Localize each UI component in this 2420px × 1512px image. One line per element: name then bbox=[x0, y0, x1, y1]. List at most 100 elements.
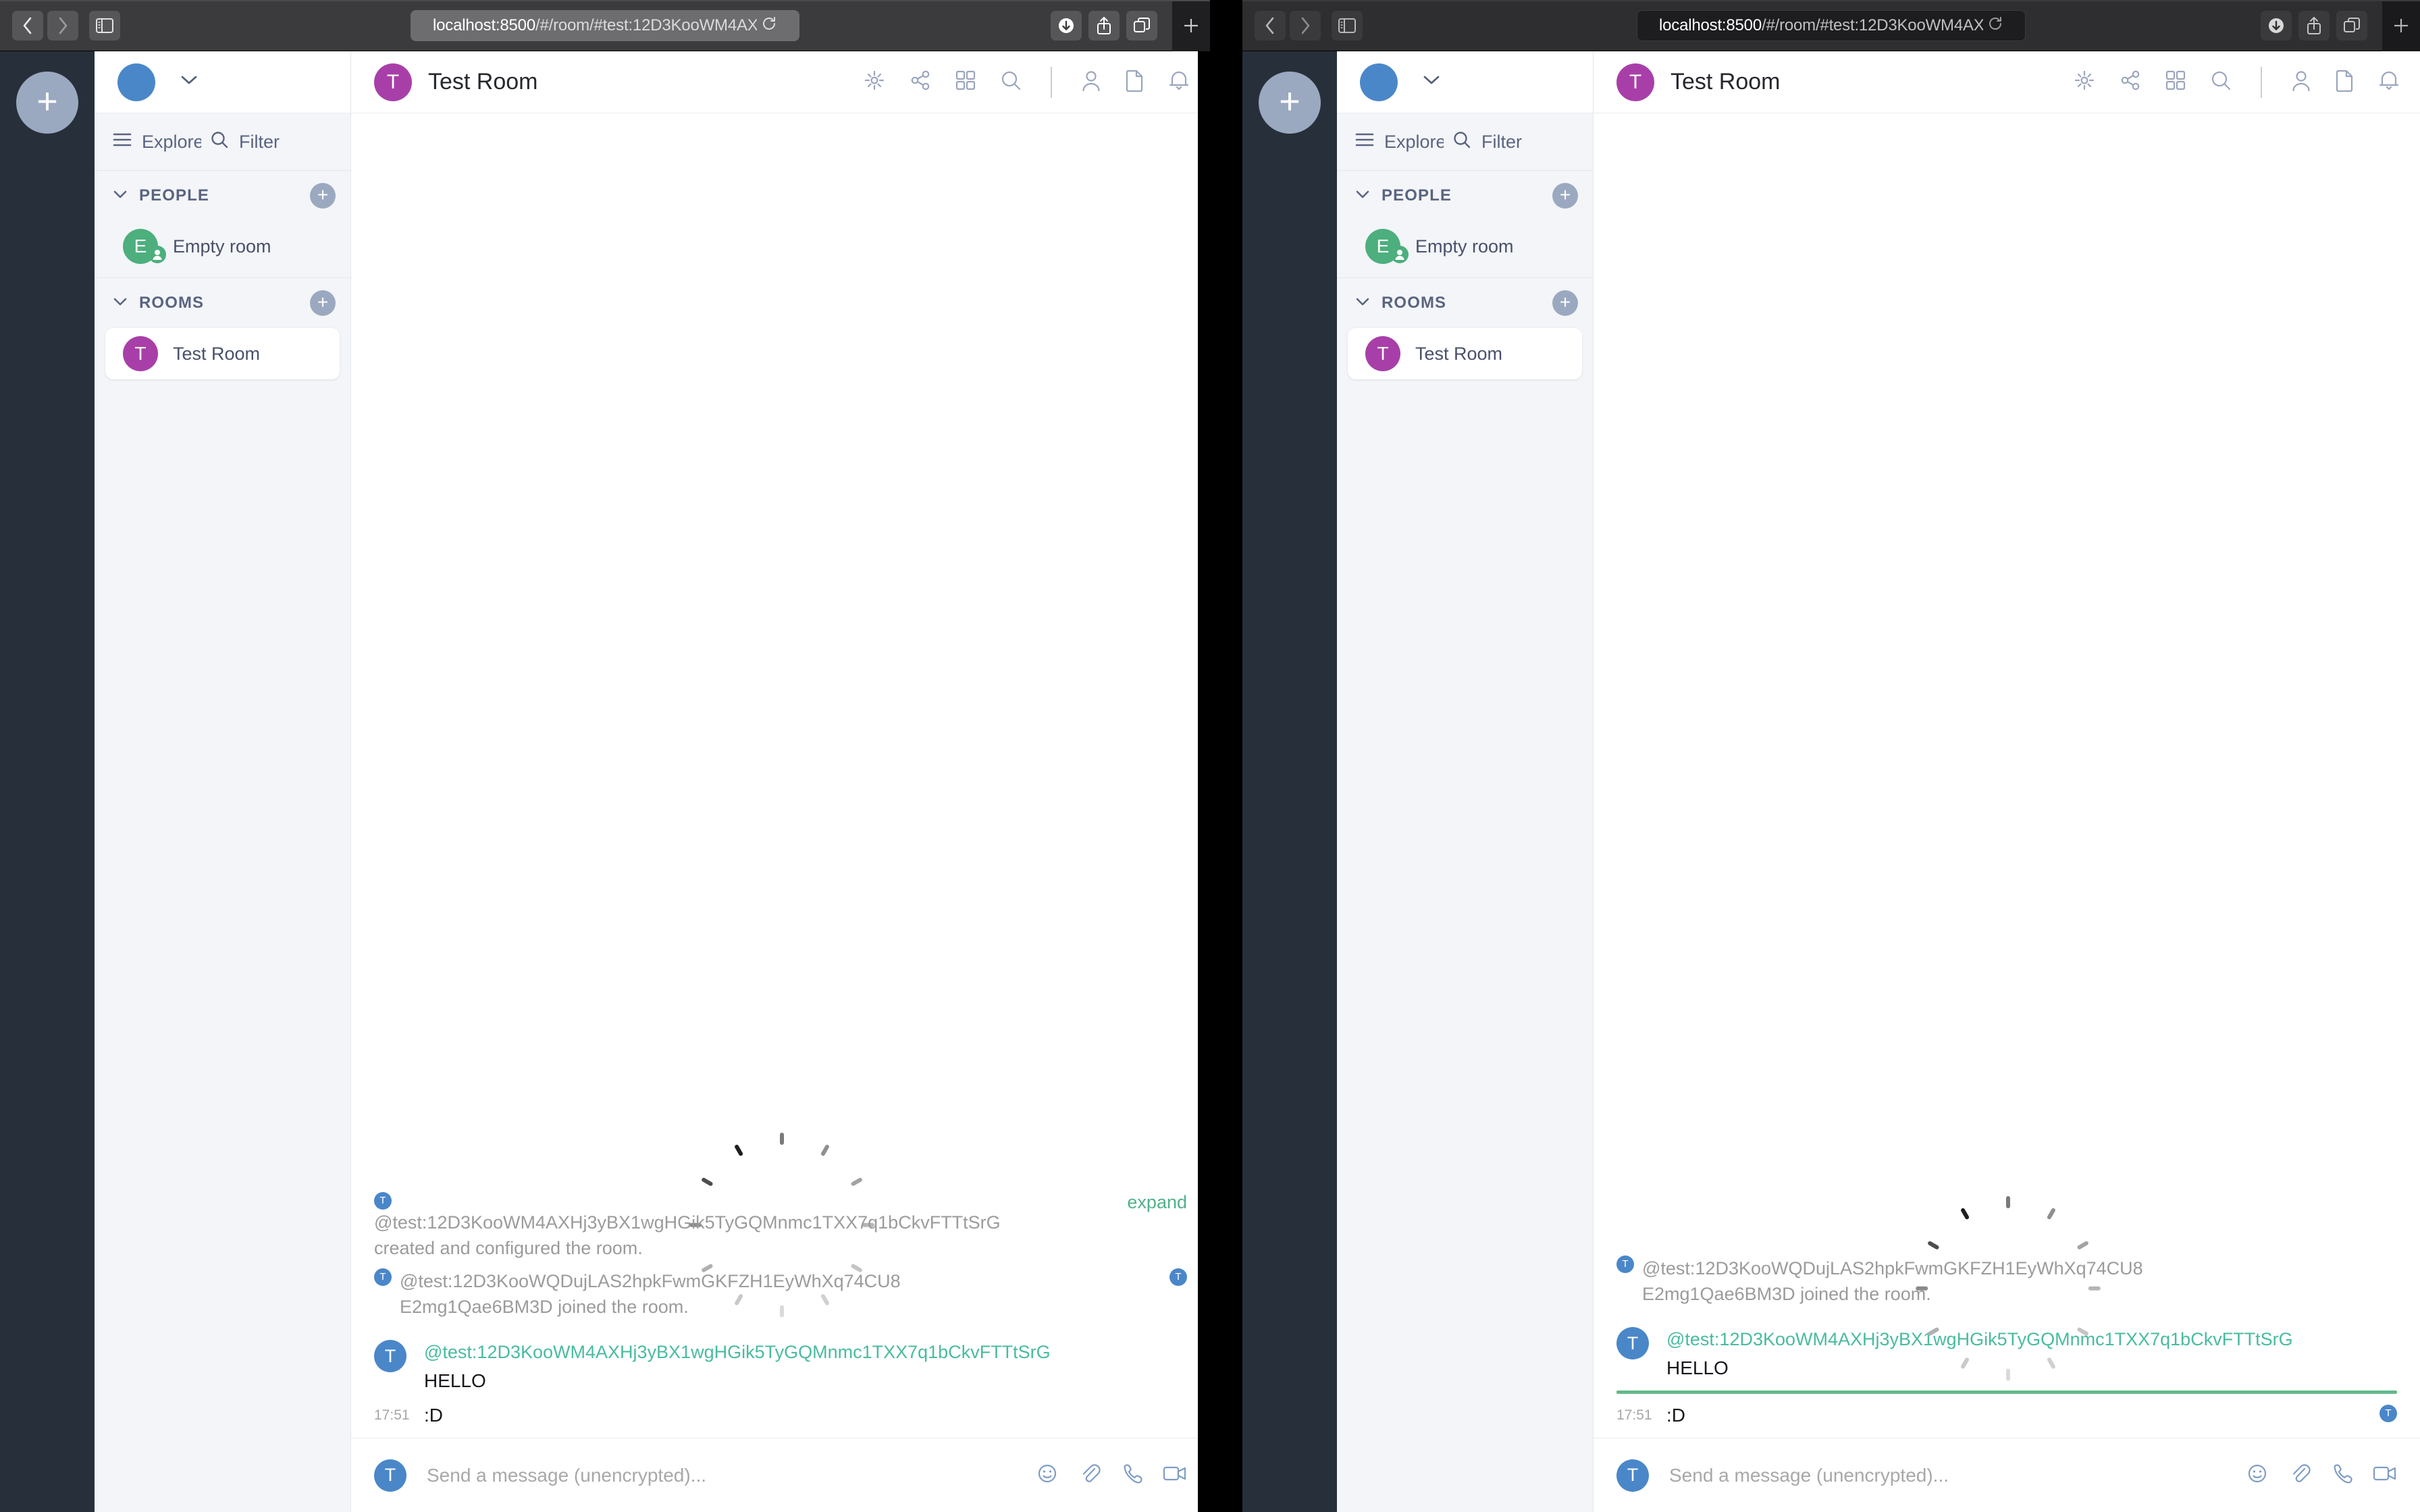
sidebar-item-test-room[interactable]: T Test Room bbox=[105, 328, 340, 379]
message-sender[interactable]: @test:12D3KooWM4AXHj3yBX1wgHGik5TyGQMnmc… bbox=[424, 1340, 1187, 1364]
downloads-button[interactable] bbox=[2261, 10, 2292, 40]
avatar[interactable] bbox=[1360, 63, 1398, 101]
section-title-rooms: ROOMS bbox=[139, 294, 205, 312]
room-header-actions-1 bbox=[863, 66, 1190, 98]
expand-link[interactable]: expand bbox=[1127, 1192, 1187, 1213]
chevron-down-icon[interactable] bbox=[1354, 189, 1371, 203]
back-button[interactable] bbox=[1255, 10, 1286, 40]
event-avatar-row: T @test:12D3KooWQDujLAS2hpkFwmGKFZH1EyWh… bbox=[374, 1268, 1187, 1294]
avatar-initial: E bbox=[1376, 236, 1390, 256]
header-divider bbox=[1051, 66, 1052, 98]
back-button[interactable] bbox=[12, 10, 43, 40]
tab-overview-button[interactable] bbox=[1126, 10, 1157, 40]
explore-button[interactable]: Explore bbox=[1354, 132, 1444, 153]
voice-call-icon[interactable] bbox=[2331, 1462, 2352, 1488]
browser-chrome-2: localhost:8500/#/room/#test:12D3KooWM4AX… bbox=[1242, 0, 2420, 51]
share-icon[interactable] bbox=[2119, 69, 2142, 95]
message-timeline-2[interactable]: T @test:12D3KooWQDujLAS2hpkFwmGKFZH1EyWh… bbox=[1594, 113, 2420, 1438]
add-room-plus-icon: + bbox=[317, 291, 329, 313]
section-header-people[interactable]: PEOPLE + bbox=[95, 171, 350, 221]
notifications-bell-icon[interactable] bbox=[2378, 69, 2400, 95]
explore-button[interactable]: Explore bbox=[112, 132, 201, 153]
search-icon[interactable] bbox=[2209, 69, 2232, 95]
room-header-2: T Test Room bbox=[1594, 51, 2420, 113]
voice-call-icon[interactable] bbox=[1121, 1462, 1142, 1488]
room-avatar[interactable]: T bbox=[1616, 63, 1654, 101]
share-button[interactable] bbox=[2298, 10, 2330, 40]
section-header-rooms[interactable]: ROOMS + bbox=[95, 278, 350, 328]
message-sender[interactable]: @test:12D3KooWM4AXHj3yBX1wgHGik5TyGQMnmc… bbox=[1666, 1327, 2397, 1351]
filter-button[interactable]: Filter bbox=[209, 130, 280, 155]
share-button[interactable] bbox=[1088, 10, 1120, 40]
member-icon[interactable] bbox=[2290, 69, 2312, 95]
search-icon bbox=[1452, 130, 1472, 155]
add-room-button[interactable]: + bbox=[1552, 290, 1578, 316]
filter-button[interactable]: Filter bbox=[1452, 130, 1522, 155]
sidebar-item-test-room[interactable]: T Test Room bbox=[1348, 328, 1582, 379]
section-header-people[interactable]: PEOPLE + bbox=[1337, 171, 1593, 221]
message-input[interactable]: Send a message (unencrypted)... bbox=[1669, 1465, 2226, 1486]
avatar[interactable]: T bbox=[1616, 1327, 1649, 1360]
window-gap bbox=[1210, 0, 1242, 1512]
create-space-button[interactable]: + bbox=[1259, 72, 1321, 134]
create-space-button[interactable]: + bbox=[16, 72, 78, 134]
files-icon[interactable] bbox=[2335, 69, 2355, 95]
new-tab-button[interactable] bbox=[1172, 0, 1210, 51]
files-icon[interactable] bbox=[1125, 69, 1145, 95]
loading-spinner bbox=[689, 1131, 875, 1318]
list-item[interactable]: E Empty room bbox=[1348, 221, 1582, 272]
new-tab-button[interactable] bbox=[2382, 0, 2420, 51]
space-panel-1: + bbox=[0, 51, 95, 1512]
chevron-down-icon[interactable] bbox=[1422, 74, 1441, 90]
emoji-icon[interactable] bbox=[1036, 1462, 1059, 1488]
message-text: :D bbox=[1666, 1404, 1685, 1426]
notifications-bell-icon[interactable] bbox=[1168, 69, 1190, 95]
address-bar-2[interactable]: localhost:8500/#/room/#test:12D3KooWM4AX… bbox=[1637, 9, 2026, 41]
apps-grid-icon[interactable] bbox=[955, 70, 976, 94]
read-receipt-avatar[interactable]: T bbox=[1169, 1268, 1187, 1286]
avatar: T bbox=[1365, 336, 1400, 371]
avatar-initial: T bbox=[384, 1465, 396, 1485]
reload-icon[interactable] bbox=[761, 16, 777, 35]
emoji-icon[interactable] bbox=[2246, 1462, 2269, 1488]
forward-button[interactable] bbox=[47, 10, 78, 40]
downloads-button[interactable] bbox=[1051, 10, 1082, 40]
search-icon[interactable] bbox=[999, 69, 1022, 95]
avatar[interactable] bbox=[117, 63, 155, 101]
list-item[interactable]: E Empty room bbox=[105, 221, 340, 272]
video-call-icon[interactable] bbox=[1163, 1463, 1187, 1487]
video-call-icon[interactable] bbox=[2373, 1463, 2397, 1487]
gear-icon[interactable] bbox=[863, 69, 886, 95]
room-avatar[interactable]: T bbox=[374, 63, 412, 101]
chevron-down-icon[interactable] bbox=[112, 296, 128, 310]
share-icon[interactable] bbox=[909, 69, 932, 95]
sidebar-toggle-button[interactable] bbox=[89, 10, 120, 40]
add-people-button[interactable]: + bbox=[1552, 183, 1578, 209]
message-input[interactable]: Send a message (unencrypted)... bbox=[427, 1465, 1016, 1486]
chevron-down-icon[interactable] bbox=[112, 189, 128, 203]
reload-icon[interactable] bbox=[1987, 16, 2003, 35]
search-icon bbox=[209, 130, 230, 155]
timeline-event-created: T expand @test:12D3KooWM4AXHj3yBX1wgHGik… bbox=[374, 1191, 1187, 1262]
read-receipt-avatar[interactable]: T bbox=[2379, 1404, 2397, 1422]
add-people-button[interactable]: + bbox=[310, 183, 336, 209]
room-view-1: T Test Room T expand @test:12D3KooWM4AXH… bbox=[351, 51, 1210, 1512]
apps-grid-icon[interactable] bbox=[2165, 70, 2186, 94]
avatar[interactable]: T bbox=[374, 1340, 406, 1373]
member-icon[interactable] bbox=[1080, 69, 1102, 95]
address-bar-text-2: localhost:8500/#/room/#test:12D3KooWM4AX… bbox=[1659, 16, 1983, 35]
message-timeline-1[interactable]: T expand @test:12D3KooWM4AXHj3yBX1wgHGik… bbox=[351, 113, 1210, 1438]
chevron-down-icon[interactable] bbox=[180, 74, 199, 90]
forward-button[interactable] bbox=[1290, 10, 1321, 40]
attachment-icon[interactable] bbox=[1079, 1462, 1101, 1488]
room-avatar-initial: T bbox=[1629, 70, 1642, 93]
gear-icon[interactable] bbox=[2073, 69, 2096, 95]
add-room-button[interactable]: + bbox=[310, 290, 336, 316]
address-bar-1[interactable]: localhost:8500/#/room/#test:12D3KooWM4AX… bbox=[411, 9, 799, 41]
attachment-icon[interactable] bbox=[2289, 1462, 2311, 1488]
chevron-down-icon[interactable] bbox=[1354, 296, 1371, 310]
section-header-rooms[interactable]: ROOMS + bbox=[1337, 278, 1593, 328]
loading-spinner bbox=[1916, 1195, 2101, 1381]
tab-overview-button[interactable] bbox=[2336, 10, 2367, 40]
sidebar-toggle-button[interactable] bbox=[1332, 10, 1363, 40]
